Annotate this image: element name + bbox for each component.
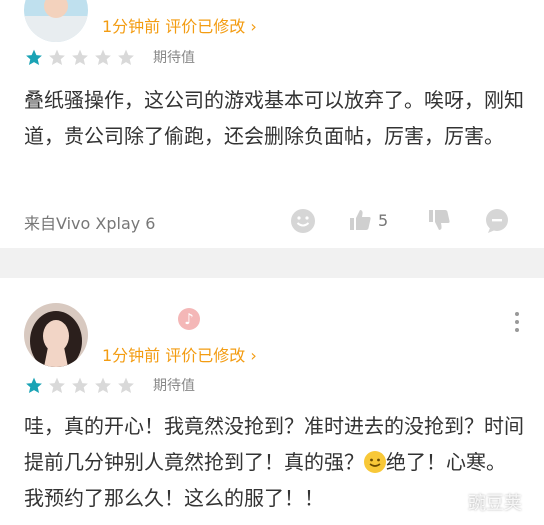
review-content: 叠纸骚操作，这公司的游戏基本可以放弃了。唉呀，刚知道，贵公司除了偷跑，还会删除负…: [24, 88, 524, 148]
like-count: 5: [378, 210, 389, 230]
comment-icon: [486, 209, 508, 233]
review-meta[interactable]: 1分钟前 评价已修改 ›: [102, 13, 257, 37]
star-empty-icon: [118, 49, 134, 65]
star-empty-icon: [49, 49, 65, 65]
smile-button[interactable]: [290, 208, 316, 234]
avatar[interactable]: [24, 303, 88, 367]
rating-label: 期待值: [153, 378, 195, 394]
like-button[interactable]: 5: [348, 208, 388, 232]
section-divider: [0, 248, 544, 278]
comment-button[interactable]: [484, 208, 510, 234]
watermark-logo: 豌豆荚: [468, 493, 522, 514]
avatar[interactable]: [24, 0, 88, 42]
review-card: 1分钟前 评价已修改 › 期待值 叠纸骚操作，这公司的游戏基本可以放弃了。唉呀，…: [0, 0, 544, 248]
star-empty-icon: [118, 377, 134, 393]
user-badge-icon: ♪: [178, 308, 200, 330]
star-filled-icon: [26, 377, 42, 393]
rating-label: 期待值: [153, 50, 195, 66]
rating-stars: 期待值: [24, 47, 195, 67]
thumbs-up-icon: [350, 210, 371, 230]
more-vertical-icon[interactable]: [514, 312, 520, 336]
star-empty-icon: [95, 377, 111, 393]
rating-stars: 期待值: [24, 375, 195, 395]
review-content: 哇，真的开心！我竟然没抢到？准时进去的没抢到？时间提前几分钟别人竟然抢到了！真的…: [24, 408, 524, 516]
star-empty-icon: [72, 49, 88, 65]
thumbs-down-icon: [429, 210, 450, 230]
star-empty-icon: [72, 377, 88, 393]
review-card: ♪ 1分钟前 评价已修改 › 期待值 哇，真的开心！我竟然没抢到？准时进去的没抢…: [0, 278, 544, 525]
review-footer: 来自Vivo Xplay 6 5: [0, 204, 544, 240]
review-meta[interactable]: 1分钟前 评价已修改 ›: [102, 342, 257, 366]
dislike-button[interactable]: [427, 208, 451, 232]
star-empty-icon: [49, 377, 65, 393]
emoji-icon: [364, 451, 386, 473]
device-label: 来自Vivo Xplay 6: [24, 214, 156, 233]
smile-icon: [291, 209, 315, 233]
star-filled-icon: [26, 49, 42, 65]
star-empty-icon: [95, 49, 111, 65]
